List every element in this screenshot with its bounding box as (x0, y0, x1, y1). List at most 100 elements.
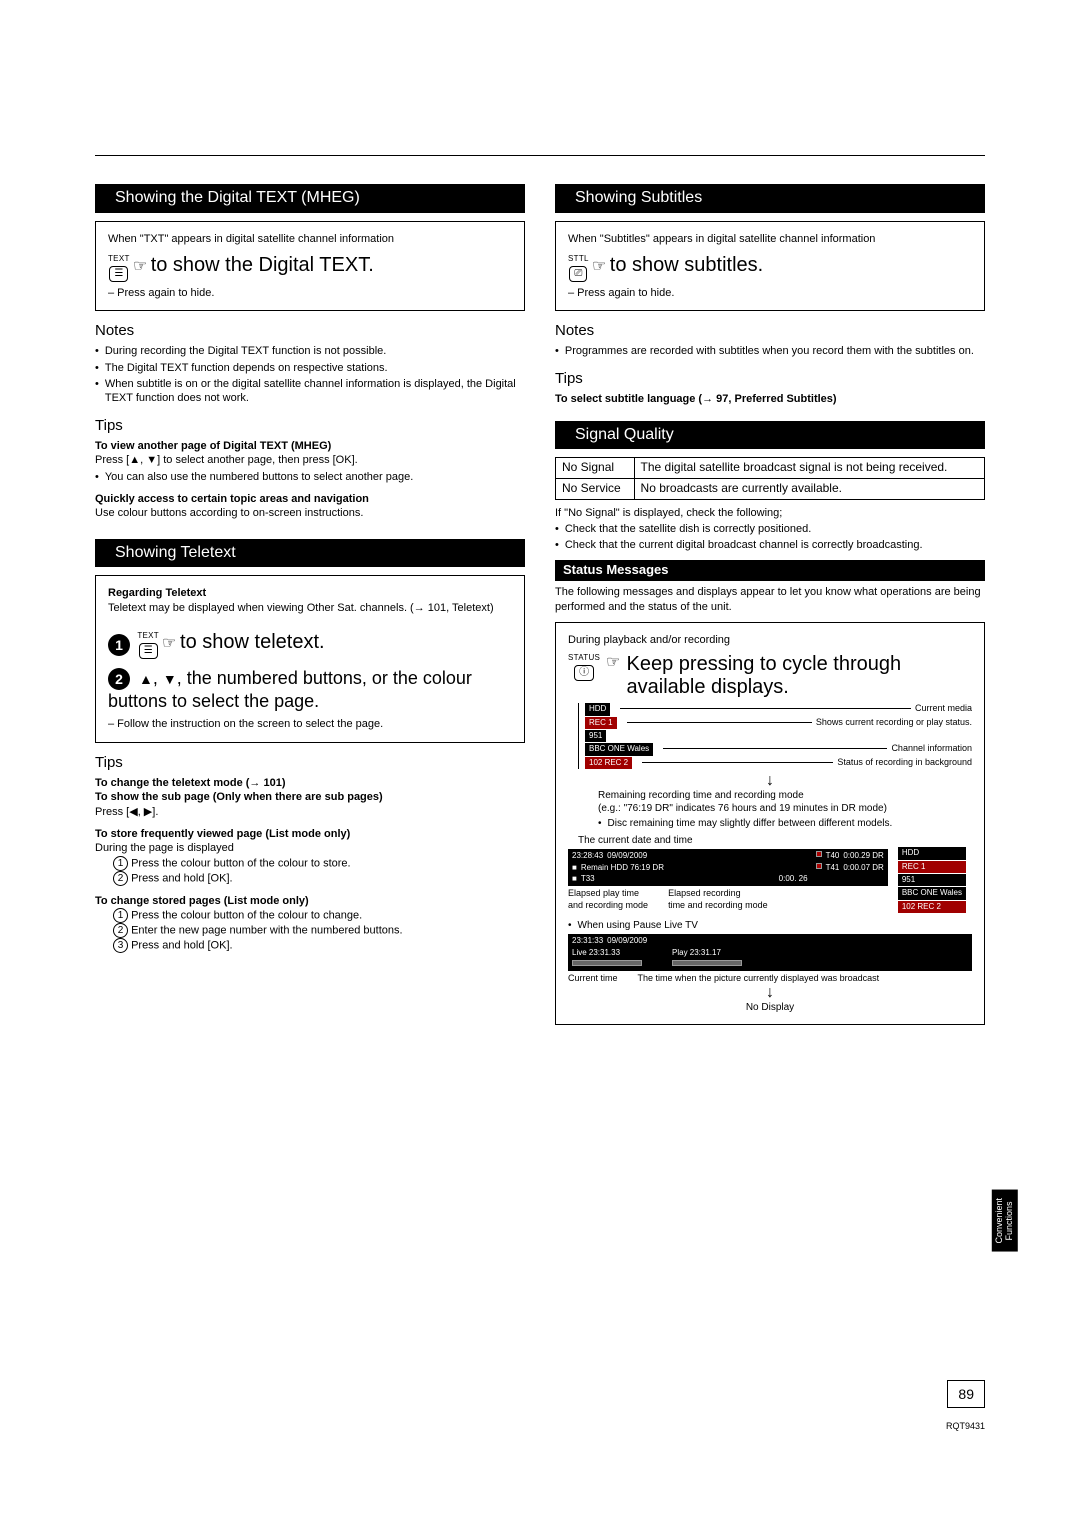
press-finger-icon: ☜ (133, 257, 147, 278)
follow-text: – Follow the instruction on the screen t… (108, 717, 512, 731)
osd3-bar: 23:31:3309/09/2009 Live 23:31.33 Play 23… (568, 934, 972, 971)
table-cell: No Service (556, 478, 635, 499)
side-tab: Convenient Functions (992, 1190, 1018, 1252)
subtitles-action: to show subtitles. (610, 254, 763, 276)
osd-label: Channel information (891, 743, 972, 755)
table-cell: No broadcasts are currently available. (634, 478, 984, 499)
heading-text: Showing Teletext (115, 544, 236, 561)
during-text: During playback and/or recording (568, 633, 972, 647)
tips-heading: Tips (95, 753, 525, 773)
notes-heading: Notes (555, 321, 985, 341)
arrow-down-icon: ↓ (568, 773, 972, 789)
osd-chip-channelname: BBC ONE Wales (585, 743, 653, 755)
subtitles-box: When "Subtitles" appears in digital sate… (555, 221, 985, 311)
tip-subtext: During the page is displayed (95, 841, 525, 855)
mheg-action: to show the Digital TEXT. (151, 254, 374, 276)
osd2-bar: 23:28:4309/09/2009 ■Remain HDD 76:19 DR … (568, 849, 888, 886)
remain-note: Remaining recording time and recording m… (598, 789, 972, 815)
step-2-badge: 2 (108, 668, 130, 690)
teletext-box: Regarding Teletext Teletext may be displ… (95, 575, 525, 742)
button-label-text: TEXT (108, 254, 130, 264)
circle-1-icon: 1 (113, 908, 128, 923)
heading-text: Showing the Digital TEXT (MHEG) (115, 189, 360, 206)
osd1-group: HDD Current media REC 1 Shows current reco… (578, 703, 972, 769)
section-heading-mheg: Showing the Digital TEXT (MHEG) (95, 184, 525, 213)
status-action: Keep pressing to cycle through available… (627, 653, 972, 699)
text-button-icon: ☰ (109, 266, 128, 282)
date-note: The current date and time (578, 834, 972, 847)
step2-row: 2 ▲, ▼, the numbered buttons, or the col… (108, 667, 512, 714)
no-display: No Display (568, 1001, 972, 1014)
tip-heading: To show the sub page (Only when there ar… (95, 790, 525, 804)
note-item: During recording the Digital TEXT functi… (95, 344, 525, 358)
table-row: No Service No broadcasts are currently a… (556, 478, 985, 499)
tip-heading: To select subtitle language (→ 97, Prefe… (555, 392, 985, 406)
table-cell: No Signal (556, 458, 635, 479)
status-button-icon: ⓘ (574, 665, 594, 681)
press-finger-icon: ☜ (162, 634, 176, 655)
disc-note: Disc remaining time may slightly differ … (598, 817, 972, 830)
mheg-intro: When "TXT" appears in digital satellite … (108, 232, 512, 246)
button-label-text: TEXT (137, 631, 159, 641)
notes-heading: Notes (95, 321, 525, 341)
circle-1-icon: 1 (113, 856, 128, 871)
signal-bullet: Check that the current digital broadcast… (555, 538, 985, 552)
heading-text: Showing Subtitles (575, 189, 702, 206)
tips-heading: Tips (555, 369, 985, 389)
button-label-status: STATUS (568, 653, 600, 663)
sttl-button-icon: ⎚ (569, 266, 587, 282)
numbered-step: 3 Press and hold [OK]. (95, 938, 525, 953)
tip-heading: To change stored pages (List mode only) (95, 894, 525, 908)
step1-text: to show teletext. (180, 631, 325, 653)
osd-label: Shows current recording or play status. (816, 717, 972, 729)
tip-heading: To store frequently viewed page (List mo… (95, 827, 525, 841)
section-heading-teletext: Showing Teletext (95, 539, 525, 568)
pause-note: When using Pause Live TV (568, 919, 972, 932)
numbered-step: 2 Press and hold [OK]. (95, 871, 525, 886)
signal-after: If "No Signal" is displayed, check the f… (555, 506, 985, 520)
press-finger-icon: ☜ (606, 653, 620, 674)
signal-bullet: Check that the satellite dish is correct… (555, 522, 985, 536)
tip-heading: To change the teletext mode (→ 101) (95, 776, 525, 790)
tip-heading: To view another page of Digital TEXT (MH… (95, 439, 525, 453)
osd-chip-rec1: REC 1 (585, 717, 617, 729)
table-cell: The digital satellite broadcast signal i… (634, 458, 984, 479)
subtitles-intro: When "Subtitles" appears in digital sate… (568, 232, 972, 246)
table-row: No Signal The digital satellite broadcas… (556, 458, 985, 479)
status-messages-heading: Status Messages (555, 560, 985, 581)
osd-label: Status of recording in background (837, 757, 972, 769)
mheg-hide: – Press again to hide. (108, 286, 512, 300)
numbered-step: 1 Press the colour button of the colour … (95, 908, 525, 923)
tip-body: Press [▲, ▼] to select another page, the… (95, 453, 525, 467)
regarding-body: Teletext may be displayed when viewing O… (108, 601, 512, 615)
osd-chip-channel: 951 (585, 730, 606, 742)
page-number: 89 (947, 1380, 985, 1408)
heading-text: Signal Quality (575, 426, 674, 443)
osd2-side-panel: HDD REC 1 951 BBC ONE Wales 102 REC 2 (898, 847, 972, 913)
circle-2-icon: 2 (113, 871, 128, 886)
numbered-step: 2 Enter the new page number with the num… (95, 923, 525, 938)
arrow-down-icon: ↓ (568, 985, 972, 1001)
up-down-icon: ▲, ▼ (129, 453, 157, 467)
note-item: The Digital TEXT function depends on res… (95, 361, 525, 375)
osd-label: Current media (915, 703, 972, 715)
circle-3-icon: 3 (113, 938, 128, 953)
osd2-wrap: 23:28:4309/09/2009 ■Remain HDD 76:19 DR … (568, 847, 972, 913)
press-finger-icon: ☜ (592, 257, 606, 278)
osd-chip-hdd: HDD (585, 703, 610, 715)
tip-bullet: You can also use the numbered buttons to… (95, 470, 525, 484)
subtitles-hide: – Press again to hide. (568, 286, 972, 300)
osd-chip-channelname: BBC ONE Wales (898, 887, 966, 899)
section-heading-subtitles: Showing Subtitles (555, 184, 985, 213)
button-label-sttl: STTL (568, 254, 589, 264)
step-1-badge: 1 (108, 634, 130, 656)
left-right-icon: ◀, ▶ (129, 806, 152, 818)
osd-chip-channel: 951 (898, 874, 966, 886)
note-item: Programmes are recorded with subtitles w… (555, 344, 985, 358)
osd-chip-rec2: 102 REC 2 (585, 757, 632, 769)
document-id: RQT9431 (946, 1421, 985, 1433)
down-icon: ▼ (163, 671, 177, 687)
status-box: During playback and/or recording STATUS … (555, 622, 985, 1025)
status-intro: The following messages and displays appe… (555, 585, 985, 614)
caption-row: Elapsed play time and recording mode Ela… (568, 888, 888, 911)
